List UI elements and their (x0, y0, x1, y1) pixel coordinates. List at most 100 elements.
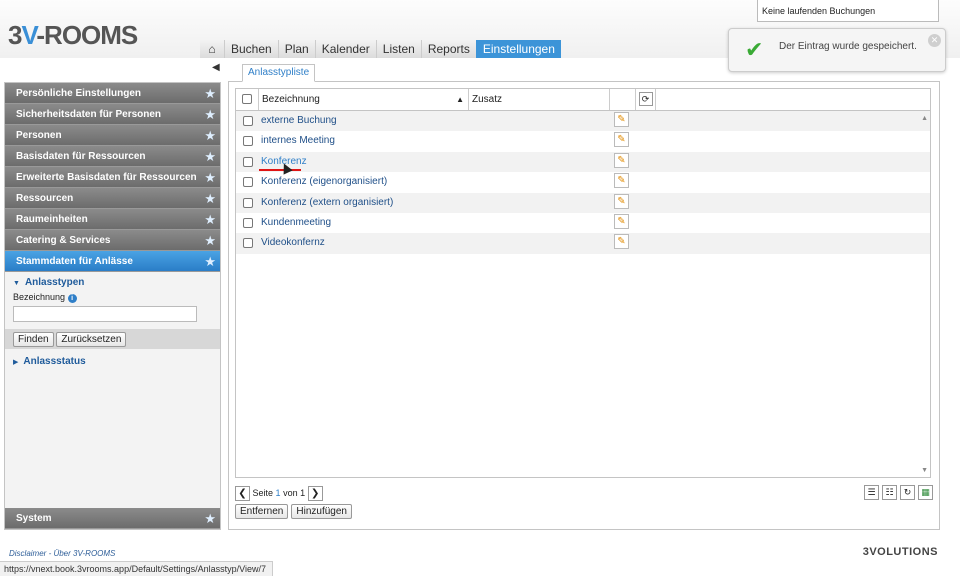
row-name[interactable]: Kundenmeeting (261, 217, 331, 228)
reload-icon: ↻ (903, 487, 912, 497)
logo-v: V (21, 20, 37, 50)
main-navigation: ⌂ Buchen Plan Kalender Listen Reports Ei… (200, 40, 561, 58)
prev-page-button[interactable]: ❮ (235, 486, 250, 502)
row-name[interactable]: Konferenz (extern organisiert) (261, 197, 393, 208)
table-row[interactable]: externe Buchung ✎ (236, 111, 930, 132)
collapse-sidebar-icon[interactable]: ◀ (212, 62, 220, 73)
star-icon[interactable]: ★ (204, 83, 216, 104)
row-name[interactable]: internes Meeting (261, 135, 335, 146)
app-logo[interactable]: 3V-ROOMS (8, 20, 138, 51)
nav-reports[interactable]: Reports (420, 40, 476, 58)
refresh-button[interactable]: ⟳ (636, 89, 656, 110)
star-icon[interactable]: ★ (204, 188, 216, 209)
grid-body: externe Buchung ✎ internes Meeting ✎ Konfe… (236, 111, 930, 254)
column-view-button[interactable]: ☷ (882, 485, 897, 500)
row-checkbox[interactable] (243, 177, 253, 188)
row-checkbox[interactable] (243, 238, 253, 249)
list-view-button[interactable]: ☰ (864, 485, 879, 500)
table-row[interactable]: Konferenz (eigenorganisiert) ✎ (236, 172, 930, 192)
home-icon: ⌂ (208, 42, 216, 56)
columns-icon: ☷ (885, 487, 894, 497)
star-icon[interactable]: ★ (204, 125, 216, 146)
row-name[interactable]: Konferenz (eigenorganisiert) (261, 176, 387, 187)
table-row[interactable]: Konferenz (extern organisiert) ✎ (236, 192, 930, 213)
table-row[interactable]: internes Meeting ✎ (236, 131, 930, 151)
reset-button[interactable]: Zurücksetzen (56, 332, 127, 347)
scroll-down-icon[interactable]: ▼ (921, 467, 928, 474)
grid-toolbar: ☰ ☷ ↻ ▦ (864, 485, 933, 500)
column-header-bezeichnung[interactable]: Bezeichnung ▲ (259, 89, 469, 110)
star-icon[interactable]: ★ (204, 146, 216, 167)
star-icon[interactable]: ★ (204, 251, 216, 272)
scroll-up-icon[interactable]: ▲ (921, 115, 928, 122)
sidebar-item-raumeinheiten[interactable]: Raumeinheiten ★ (5, 209, 220, 230)
reload-button[interactable]: ↻ (900, 485, 915, 500)
checkmark-icon: ✔ (745, 37, 764, 62)
sidebar-item-basisdaten-ressourcen[interactable]: Basisdaten für Ressourcen ★ (5, 146, 220, 167)
group-anlasstypen[interactable]: ▼ Anlasstypen (5, 275, 220, 290)
field-label-text: Bezeichnung (13, 292, 66, 302)
add-button[interactable]: Hinzufügen (291, 504, 352, 519)
sort-asc-icon: ▲ (456, 95, 464, 104)
excel-icon: ▦ (921, 487, 930, 497)
table-row[interactable]: Videokonfernz ✎ (236, 233, 930, 254)
nav-listen[interactable]: Listen (375, 40, 421, 58)
star-icon[interactable]: ★ (204, 209, 216, 230)
sidebar-item-ressourcen[interactable]: Ressourcen ★ (5, 188, 220, 209)
row-checkbox[interactable] (243, 136, 253, 147)
select-all-cell (236, 89, 259, 110)
column-header-zusatz[interactable]: Zusatz (469, 89, 610, 110)
sidebar-item-catering[interactable]: Catering & Services ★ (5, 230, 220, 251)
filter-buttons: Finden Zurücksetzen (5, 329, 220, 349)
about-link[interactable]: Über 3V-ROOMS (53, 549, 115, 558)
export-button[interactable]: ▦ (918, 485, 933, 500)
pencil-icon[interactable]: ✎ (614, 152, 629, 168)
home-button[interactable]: ⌂ (200, 40, 224, 58)
sidebar-item-erweiterte-basisdaten[interactable]: Erweiterte Basisdaten für Ressourcen ★ (5, 167, 220, 188)
sidebar-item-sicherheitsdaten[interactable]: Sicherheitsdaten für Personen ★ (5, 104, 220, 125)
pencil-icon[interactable]: ✎ (614, 112, 629, 127)
bezeichnung-field[interactable] (13, 306, 197, 322)
next-page-button[interactable]: ❯ (307, 486, 323, 502)
sidebar-item-stammdaten-anlaesse[interactable]: Stammdaten für Anlässe ★ (5, 251, 220, 272)
info-icon[interactable]: i (67, 294, 77, 303)
row-checkbox[interactable] (243, 116, 253, 126)
sidebar-item-label: Persönliche Einstellungen (16, 88, 142, 99)
pager-von-label: von (283, 488, 298, 498)
row-checkbox[interactable] (243, 156, 253, 167)
select-all-checkbox[interactable] (242, 94, 252, 105)
sidebar-item-system[interactable]: System ★ (5, 508, 220, 529)
table-row[interactable]: Kundenmeeting ✎ (236, 213, 930, 233)
tab-anlasstypliste[interactable]: Anlasstypliste (242, 64, 316, 82)
pencil-icon[interactable]: ✎ (614, 132, 629, 148)
table-row[interactable]: Konferenz ✎ (236, 151, 930, 173)
row-name[interactable]: Videokonfernz (261, 237, 325, 248)
nav-kalender[interactable]: Kalender (314, 40, 376, 58)
pencil-icon[interactable]: ✎ (614, 193, 629, 209)
remove-button[interactable]: Entfernen (235, 504, 289, 519)
logo-suffix: -ROOMS (36, 20, 138, 50)
close-icon[interactable]: ✕ (928, 34, 941, 47)
nav-buchen[interactable]: Buchen (224, 40, 278, 58)
group-anlassstatus[interactable]: ▶ Anlassstatus (5, 354, 220, 369)
pencil-icon[interactable]: ✎ (614, 173, 629, 189)
star-icon[interactable]: ★ (204, 167, 216, 188)
sidebar-item-label: Catering & Services (16, 235, 111, 246)
sidebar-item-persoenliche-einstellungen[interactable]: Persönliche Einstellungen ★ (5, 83, 220, 104)
pencil-icon[interactable]: ✎ (614, 234, 629, 250)
row-name[interactable]: externe Buchung (261, 115, 337, 126)
star-icon[interactable]: ★ (204, 230, 216, 251)
disclaimer-link[interactable]: Disclaimer (9, 549, 46, 558)
find-button[interactable]: Finden (13, 332, 54, 347)
anlasstyp-grid: Bezeichnung ▲ Zusatz ⟳ externe Buchung ✎ i… (235, 88, 931, 478)
sidebar-item-personen[interactable]: Personen ★ (5, 125, 220, 146)
nav-einstellungen[interactable]: Einstellungen (475, 40, 561, 58)
column-zusatz-label: Zusatz (472, 94, 503, 105)
nav-plan[interactable]: Plan (277, 40, 315, 58)
row-checkbox[interactable] (243, 197, 253, 208)
star-icon[interactable]: ★ (204, 508, 216, 529)
pencil-icon[interactable]: ✎ (614, 213, 629, 229)
row-checkbox[interactable] (243, 217, 253, 228)
sidebar-item-label: Personen (16, 130, 62, 141)
star-icon[interactable]: ★ (204, 104, 216, 125)
